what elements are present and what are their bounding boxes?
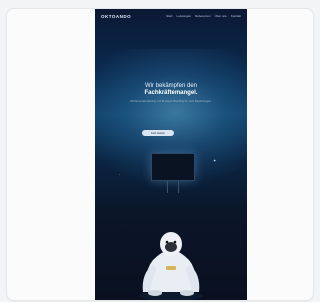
site-logo: OKTOANDO [101,13,132,19]
monitor-stand [167,181,179,193]
nav-link[interactable]: Über uns [215,14,227,18]
nav-link[interactable]: Start [166,14,172,18]
website-preview-card[interactable]: OKTOANDO Start Leistungen Referenzen Übe… [6,8,314,301]
cta-button[interactable]: Jetzt starten [142,130,174,136]
hero-heading-line-2: Fachkräftemangel. [144,90,198,96]
website-screenshot: OKTOANDO Start Leistungen Referenzen Übe… [95,9,247,300]
nav-links: Start Leistungen Referenzen Über uns Kon… [166,14,241,18]
hero-subtitle: Mit Personalmarketing und Employer Brand… [130,100,212,103]
monitor-illustration [151,153,195,181]
nav-link[interactable]: Leistungen [176,14,191,18]
nav-link[interactable]: Referenzen [195,14,211,18]
nav-link[interactable]: Kontakt [231,14,241,18]
cta-button-label: Jetzt starten [150,131,166,135]
hero-heading: Wir bekämpfen den Fachkräftemangel. [95,83,247,97]
hero-heading-line-1: Wir bekämpfen den [144,83,198,89]
site-navigation: OKTOANDO Start Leistungen Referenzen Übe… [95,9,247,23]
gorilla-illustration [139,232,203,300]
sparkle-icon: ✦ [213,158,217,163]
sparkle-icon: · [119,172,121,177]
